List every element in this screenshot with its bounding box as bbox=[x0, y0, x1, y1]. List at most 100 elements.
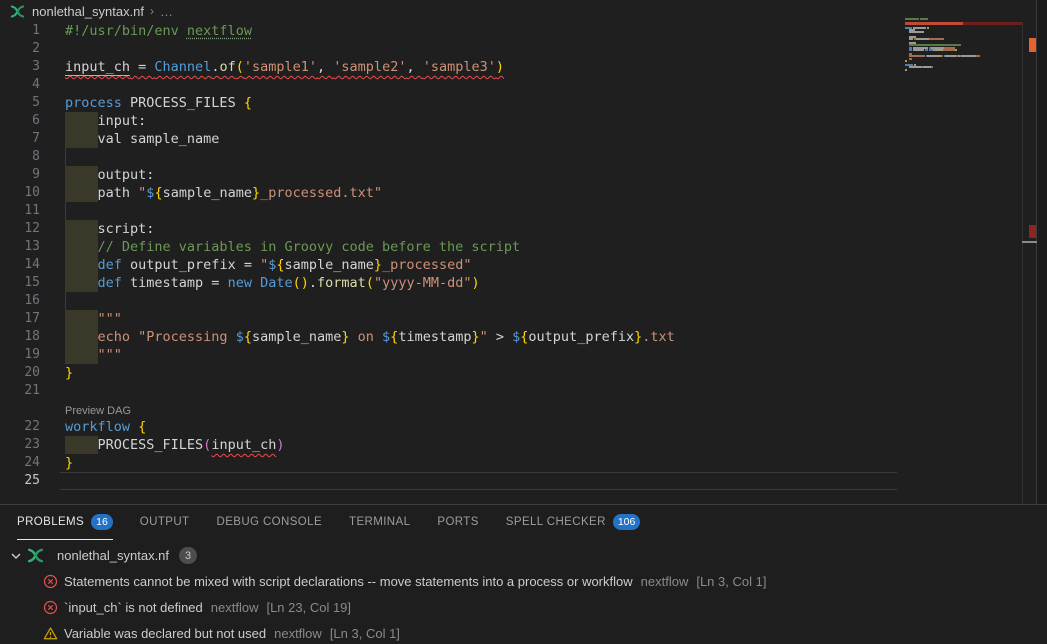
panel-tab-label: PROBLEMS bbox=[17, 516, 84, 528]
problem-position: [Ln 3, Col 1] bbox=[330, 626, 400, 641]
code-line[interactable]: 17 """ bbox=[0, 310, 905, 328]
code-line[interactable]: 11 bbox=[0, 202, 905, 220]
code-line[interactable]: 6 input: bbox=[0, 112, 905, 130]
code-text: input_ch = Channel.of('sample1', 'sample… bbox=[65, 58, 504, 76]
editor-pane: nonlethal_syntax.nf › … 1#!/usr/bin/env … bbox=[0, 0, 1047, 505]
panel-tab-terminal[interactable]: TERMINAL bbox=[349, 505, 410, 540]
code-text: output: bbox=[65, 166, 154, 184]
code-line[interactable]: 3 input_ch = Channel.of('sample1', 'sampl… bbox=[0, 58, 905, 76]
panel-tab-ports[interactable]: PORTS bbox=[437, 505, 478, 540]
problem-item[interactable]: `input_ch` is not defined nextflow [Ln 23,… bbox=[0, 594, 1047, 620]
problem-position: [Ln 23, Col 19] bbox=[266, 600, 351, 615]
minimap[interactable] bbox=[905, 18, 1022, 498]
panel-tab-problems[interactable]: PROBLEMS 16 bbox=[17, 505, 113, 540]
line-number: 7 bbox=[0, 130, 40, 148]
breadcrumb-separator: › bbox=[150, 4, 154, 18]
panel-tab-badge: 16 bbox=[91, 514, 113, 530]
code-line[interactable]: 13 // Define variables in Groovy code be… bbox=[0, 238, 905, 256]
line-number: 3 bbox=[0, 58, 40, 76]
minimap-line bbox=[905, 71, 1022, 73]
editor-right-strip bbox=[1037, 0, 1047, 504]
code-text: } bbox=[65, 364, 73, 382]
code-line[interactable]: 22workflow { bbox=[0, 418, 905, 436]
error-icon bbox=[43, 600, 58, 615]
code-text: path "${sample_name}_processed.txt" bbox=[65, 184, 382, 202]
line-number: 2 bbox=[0, 40, 40, 58]
code-text: workflow { bbox=[65, 418, 146, 436]
code-text: // Define variables in Groovy code befor… bbox=[65, 238, 520, 256]
line-number: 12 bbox=[0, 220, 40, 238]
panel-tab-badge: 106 bbox=[613, 514, 641, 530]
problem-message: Variable was declared but not used bbox=[64, 626, 266, 641]
line-number: 6 bbox=[0, 112, 40, 130]
chevron-down-icon bbox=[8, 548, 24, 564]
panel-tab-label: TERMINAL bbox=[349, 516, 410, 528]
code-line[interactable]: 5process PROCESS_FILES { bbox=[0, 94, 905, 112]
problem-source: nextflow bbox=[641, 574, 689, 589]
problems-file-name: nonlethal_syntax.nf bbox=[57, 548, 169, 563]
error-marker bbox=[1029, 225, 1036, 238]
problem-item[interactable]: Variable was declared but not used nextfl… bbox=[0, 620, 1047, 644]
line-number: 15 bbox=[0, 274, 40, 292]
code-line[interactable]: 24} bbox=[0, 454, 905, 472]
problems-file-row[interactable]: nonlethal_syntax.nf 3 bbox=[0, 543, 1047, 568]
code-line[interactable]: 8 bbox=[0, 148, 905, 166]
line-number: 4 bbox=[0, 76, 40, 94]
error-icon bbox=[43, 574, 58, 589]
indent-guide bbox=[65, 202, 66, 220]
line-number: 23 bbox=[0, 436, 40, 454]
problems-tree: nonlethal_syntax.nf 3 Statements cannot … bbox=[0, 543, 1047, 644]
code-text: PROCESS_FILES(input_ch) bbox=[65, 436, 284, 454]
problem-source: nextflow bbox=[211, 600, 259, 615]
breadcrumb-filename[interactable]: nonlethal_syntax.nf bbox=[32, 4, 144, 19]
nextflow-file-icon bbox=[10, 5, 25, 18]
code-line[interactable]: 10 path "${sample_name}_processed.txt" bbox=[0, 184, 905, 202]
panel-tab-bar: PROBLEMS 16 OUTPUT DEBUG CONSOLE TERMINAL POR… bbox=[17, 505, 667, 540]
breadcrumb-more[interactable]: … bbox=[160, 4, 173, 19]
code-line[interactable]: 16 bbox=[0, 292, 905, 310]
line-number: 17 bbox=[0, 310, 40, 328]
breadcrumb[interactable]: nonlethal_syntax.nf › … bbox=[0, 0, 1047, 22]
code-text: def timestamp = new Date().format("yyyy-… bbox=[65, 274, 480, 292]
panel-tab-debug-console[interactable]: DEBUG CONSOLE bbox=[216, 505, 322, 540]
code-line[interactable]: 15 def timestamp = new Date().format("yy… bbox=[0, 274, 905, 292]
warning-marker bbox=[1029, 38, 1036, 52]
code-line[interactable]: 14 def output_prefix = "${sample_name}_p… bbox=[0, 256, 905, 274]
vscode-window: nonlethal_syntax.nf › … 1#!/usr/bin/env … bbox=[0, 0, 1047, 644]
line-number: 13 bbox=[0, 238, 40, 256]
panel-tab-output[interactable]: OUTPUT bbox=[140, 505, 190, 540]
nextflow-file-icon bbox=[27, 548, 44, 563]
cursor-marker bbox=[1022, 241, 1037, 243]
line-number: 19 bbox=[0, 346, 40, 364]
line-number: 24 bbox=[0, 454, 40, 472]
code-area[interactable]: 1#!/usr/bin/env nextflow23input_ch = Cha… bbox=[0, 22, 905, 490]
code-line[interactable]: 21 bbox=[0, 382, 905, 400]
problem-message: `input_ch` is not defined bbox=[64, 600, 203, 615]
code-line[interactable]: 19 """ bbox=[0, 346, 905, 364]
code-text: """ bbox=[65, 310, 122, 328]
code-line[interactable]: 12 script: bbox=[0, 220, 905, 238]
code-text: """ bbox=[65, 346, 122, 364]
panel-tab-spell-checker[interactable]: SPELL CHECKER 106 bbox=[506, 505, 641, 540]
code-text: echo "Processing ${sample_name} on ${tim… bbox=[65, 328, 675, 346]
panel-tab-label: SPELL CHECKER bbox=[506, 516, 606, 528]
codelens-row: Preview DAG bbox=[0, 400, 905, 418]
warning-icon bbox=[43, 626, 58, 641]
code-line[interactable]: 25 bbox=[0, 472, 905, 490]
code-text: #!/usr/bin/env nextflow bbox=[65, 22, 252, 40]
code-line[interactable]: 9 output: bbox=[0, 166, 905, 184]
problem-item[interactable]: Statements cannot be mixed with script d… bbox=[0, 568, 1047, 594]
code-line[interactable]: 1#!/usr/bin/env nextflow bbox=[0, 22, 905, 40]
bottom-panel: PROBLEMS 16 OUTPUT DEBUG CONSOLE TERMINAL POR… bbox=[0, 504, 1047, 644]
panel-tab-label: DEBUG CONSOLE bbox=[216, 516, 322, 528]
code-line[interactable]: 4 bbox=[0, 76, 905, 94]
code-line[interactable]: 18 echo "Processing ${sample_name} on ${… bbox=[0, 328, 905, 346]
panel-tab-label: PORTS bbox=[437, 516, 478, 528]
code-line[interactable]: 20} bbox=[0, 364, 905, 382]
line-number: 5 bbox=[0, 94, 40, 112]
code-line[interactable]: 23 PROCESS_FILES(input_ch) bbox=[0, 436, 905, 454]
code-line[interactable]: 7 val sample_name bbox=[0, 130, 905, 148]
problem-source: nextflow bbox=[274, 626, 322, 641]
line-number: 10 bbox=[0, 184, 40, 202]
code-line[interactable]: 2 bbox=[0, 40, 905, 58]
